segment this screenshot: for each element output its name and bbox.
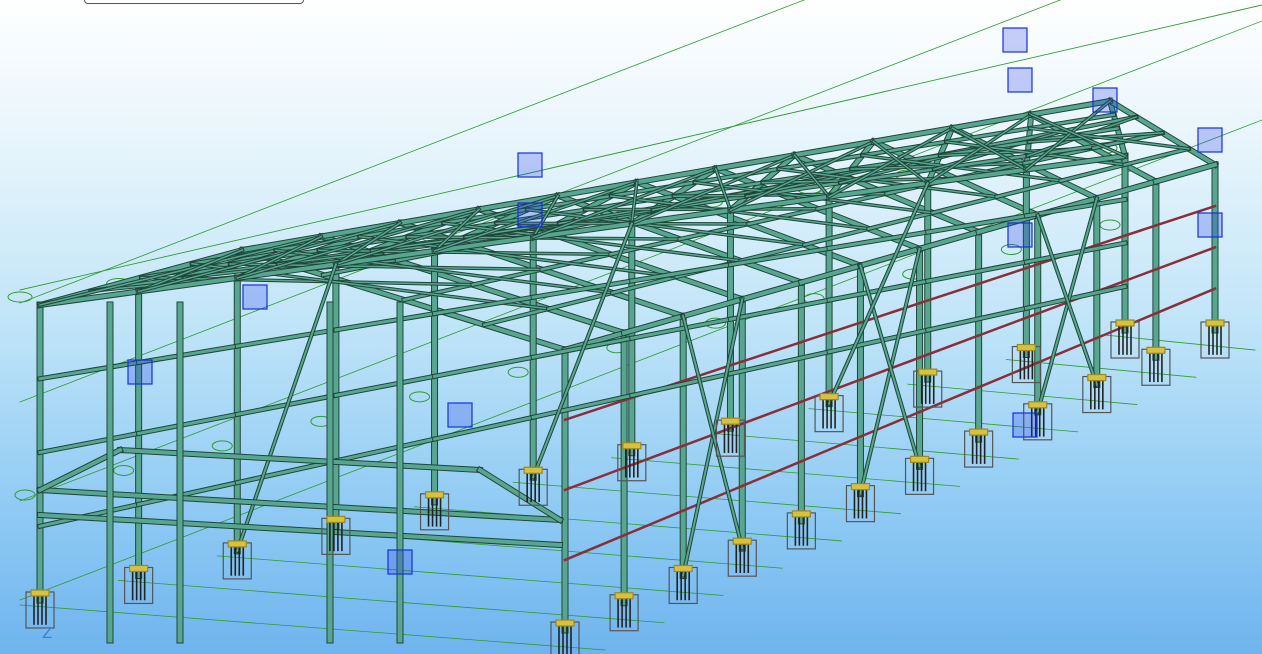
eave-beam xyxy=(739,279,804,302)
grid-bubble xyxy=(113,464,135,476)
connection-plate xyxy=(1007,67,1033,93)
base-plate xyxy=(424,491,445,499)
mezzanine-beam xyxy=(37,512,563,548)
connection-plate xyxy=(1007,222,1033,248)
girt xyxy=(563,466,626,492)
girt xyxy=(334,311,437,332)
girt xyxy=(334,437,437,463)
purlin xyxy=(1059,163,1127,183)
grid-line xyxy=(118,580,665,624)
grid-line xyxy=(611,457,960,487)
base-plate xyxy=(850,483,871,491)
base-plate xyxy=(819,393,839,401)
3d-model-viewport[interactable]: Z xyxy=(0,0,1262,654)
grid-bubble xyxy=(409,391,431,403)
connection-plate xyxy=(1197,127,1223,153)
base-plate xyxy=(555,619,575,627)
base-plate xyxy=(129,564,149,573)
base-plate xyxy=(622,442,642,450)
connection-plate xyxy=(447,402,473,428)
base-plate xyxy=(969,428,989,436)
mezzanine-beam xyxy=(37,487,563,523)
base-plate xyxy=(673,564,693,573)
base-plate xyxy=(791,510,811,518)
connection-plate xyxy=(1012,412,1038,438)
purlin xyxy=(482,307,550,327)
girt xyxy=(1154,245,1217,272)
girt xyxy=(136,412,240,436)
grid-bubble xyxy=(14,489,36,501)
base-plate xyxy=(30,589,50,597)
girt xyxy=(334,374,437,398)
base-plate xyxy=(614,592,634,600)
z-axis-label: Z xyxy=(42,624,53,642)
base-plate xyxy=(1087,373,1107,382)
grid-bubble xyxy=(7,291,33,303)
base-plate xyxy=(732,537,752,545)
connection-plate xyxy=(242,284,268,310)
connection-plate xyxy=(517,152,543,178)
girt xyxy=(740,459,803,488)
grid-bubble xyxy=(211,440,233,452)
base-plate xyxy=(918,368,938,376)
connection-plate xyxy=(1092,87,1118,113)
base-plate xyxy=(326,515,346,523)
girt xyxy=(1154,287,1217,315)
base-plate xyxy=(720,417,741,425)
grid-line xyxy=(216,555,724,596)
base-plate xyxy=(227,540,247,548)
connection-plate xyxy=(1002,27,1028,53)
connection-plate xyxy=(387,549,413,575)
purlin xyxy=(931,195,999,215)
base-plate xyxy=(1028,401,1048,409)
connection-plate xyxy=(127,359,153,385)
girt xyxy=(235,328,338,348)
mezzanine-beam xyxy=(477,467,563,523)
eave-beam xyxy=(1153,162,1218,184)
girt xyxy=(799,435,863,463)
connection-plate xyxy=(517,202,543,228)
girt xyxy=(622,508,685,537)
girt xyxy=(917,385,981,414)
purlin xyxy=(867,211,935,231)
base-plate xyxy=(1205,319,1225,327)
base-plate xyxy=(1146,346,1166,354)
purlin xyxy=(1123,147,1191,167)
grid-line xyxy=(414,506,842,542)
connection-plate xyxy=(1197,212,1223,238)
grid-bubble xyxy=(1099,219,1121,231)
base-plate xyxy=(1016,343,1036,352)
wall-bracing xyxy=(859,264,921,468)
girt xyxy=(740,400,803,426)
base-plate xyxy=(523,466,543,474)
steel-structure-model[interactable] xyxy=(0,0,1262,654)
base-plate xyxy=(1115,319,1135,327)
base-plate xyxy=(909,455,930,463)
girt xyxy=(136,344,239,365)
grid-bubble xyxy=(507,366,529,378)
girt xyxy=(563,533,626,562)
girt xyxy=(38,360,141,381)
